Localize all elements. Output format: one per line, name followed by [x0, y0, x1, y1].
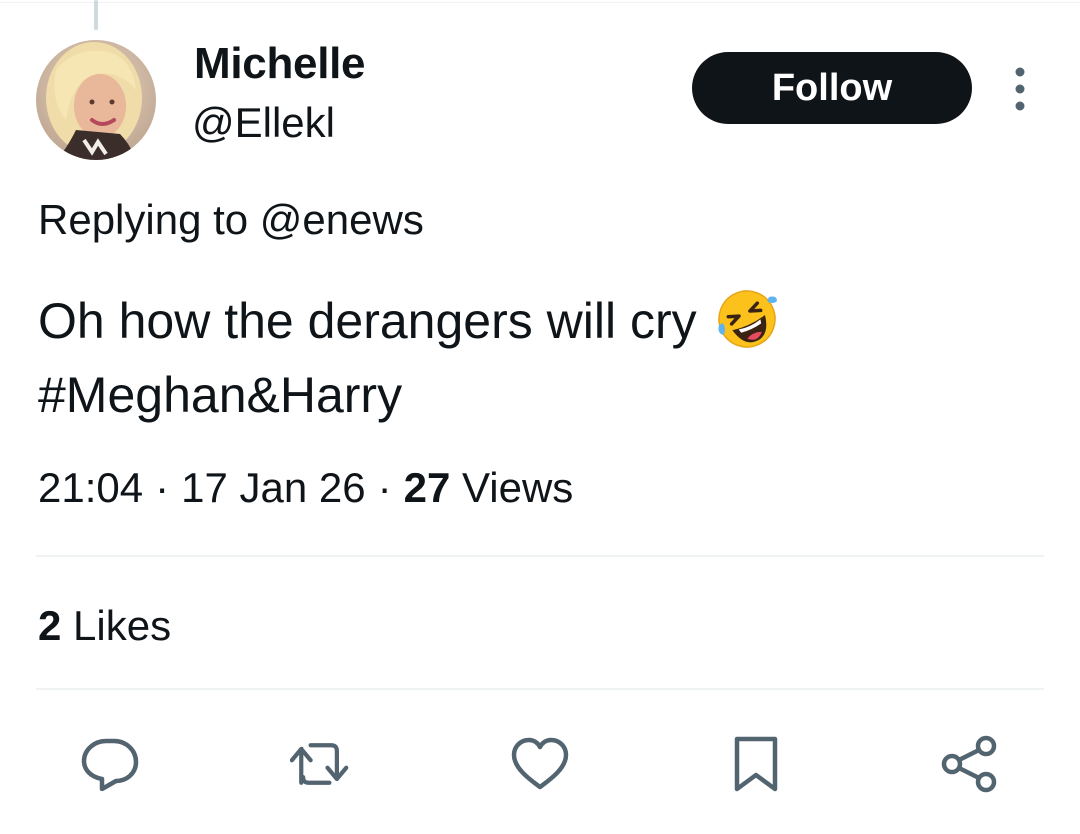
retweet-icon	[290, 743, 349, 785]
author-handle[interactable]: @Ellekl	[192, 98, 335, 148]
likes-label: Likes	[73, 602, 172, 649]
rolling-on-the-floor-laughing-emoji-icon	[715, 287, 779, 351]
likes-count: 2	[38, 602, 62, 649]
follow-button-label: Follow	[771, 66, 893, 109]
bookmark-button[interactable]	[726, 734, 786, 794]
divider	[36, 688, 1044, 690]
separator-dot: ·	[377, 464, 392, 511]
replying-to-line: Replying to @enews	[38, 194, 424, 246]
tweet-text-line-1: Oh how the derangers will cry	[38, 284, 1018, 358]
like-button[interactable]	[510, 734, 570, 794]
share-icon	[941, 735, 997, 793]
tweet-date[interactable]: 17 Jan 26	[181, 464, 366, 511]
author-display-name[interactable]: Michelle	[194, 38, 366, 90]
follow-button[interactable]: Follow	[692, 52, 972, 124]
replying-prefix: Replying to	[38, 196, 249, 243]
tweet-text: Oh how the derangers will cry #Meghan&Ha…	[38, 284, 1018, 432]
reply-icon	[81, 738, 139, 791]
share-button[interactable]	[940, 734, 1000, 794]
avatar-image	[36, 40, 156, 160]
separator-dot: ·	[155, 464, 170, 511]
replying-to-handle[interactable]: @enews	[260, 196, 424, 243]
tweet-hashtag[interactable]: #Meghan&Harry	[38, 358, 1018, 432]
reply-button[interactable]	[80, 734, 140, 794]
thread-connector-line	[94, 0, 98, 30]
views-count: 27	[403, 464, 451, 511]
divider	[36, 555, 1044, 557]
views-label: Views	[462, 464, 574, 511]
avatar[interactable]	[36, 40, 156, 160]
retweet-button[interactable]	[290, 734, 350, 794]
tweet-meta: 21:04 · 17 Jan 26 · 27 Views	[38, 462, 573, 514]
like-icon	[511, 737, 569, 790]
tweet-text-content: Oh how the derangers will cry	[38, 293, 697, 349]
top-border	[0, 2, 1080, 3]
tweet-time[interactable]: 21:04	[38, 464, 143, 511]
bookmark-icon	[734, 736, 778, 792]
more-options-icon[interactable]	[1008, 66, 1032, 112]
likes-stat[interactable]: 2 Likes	[38, 600, 171, 652]
